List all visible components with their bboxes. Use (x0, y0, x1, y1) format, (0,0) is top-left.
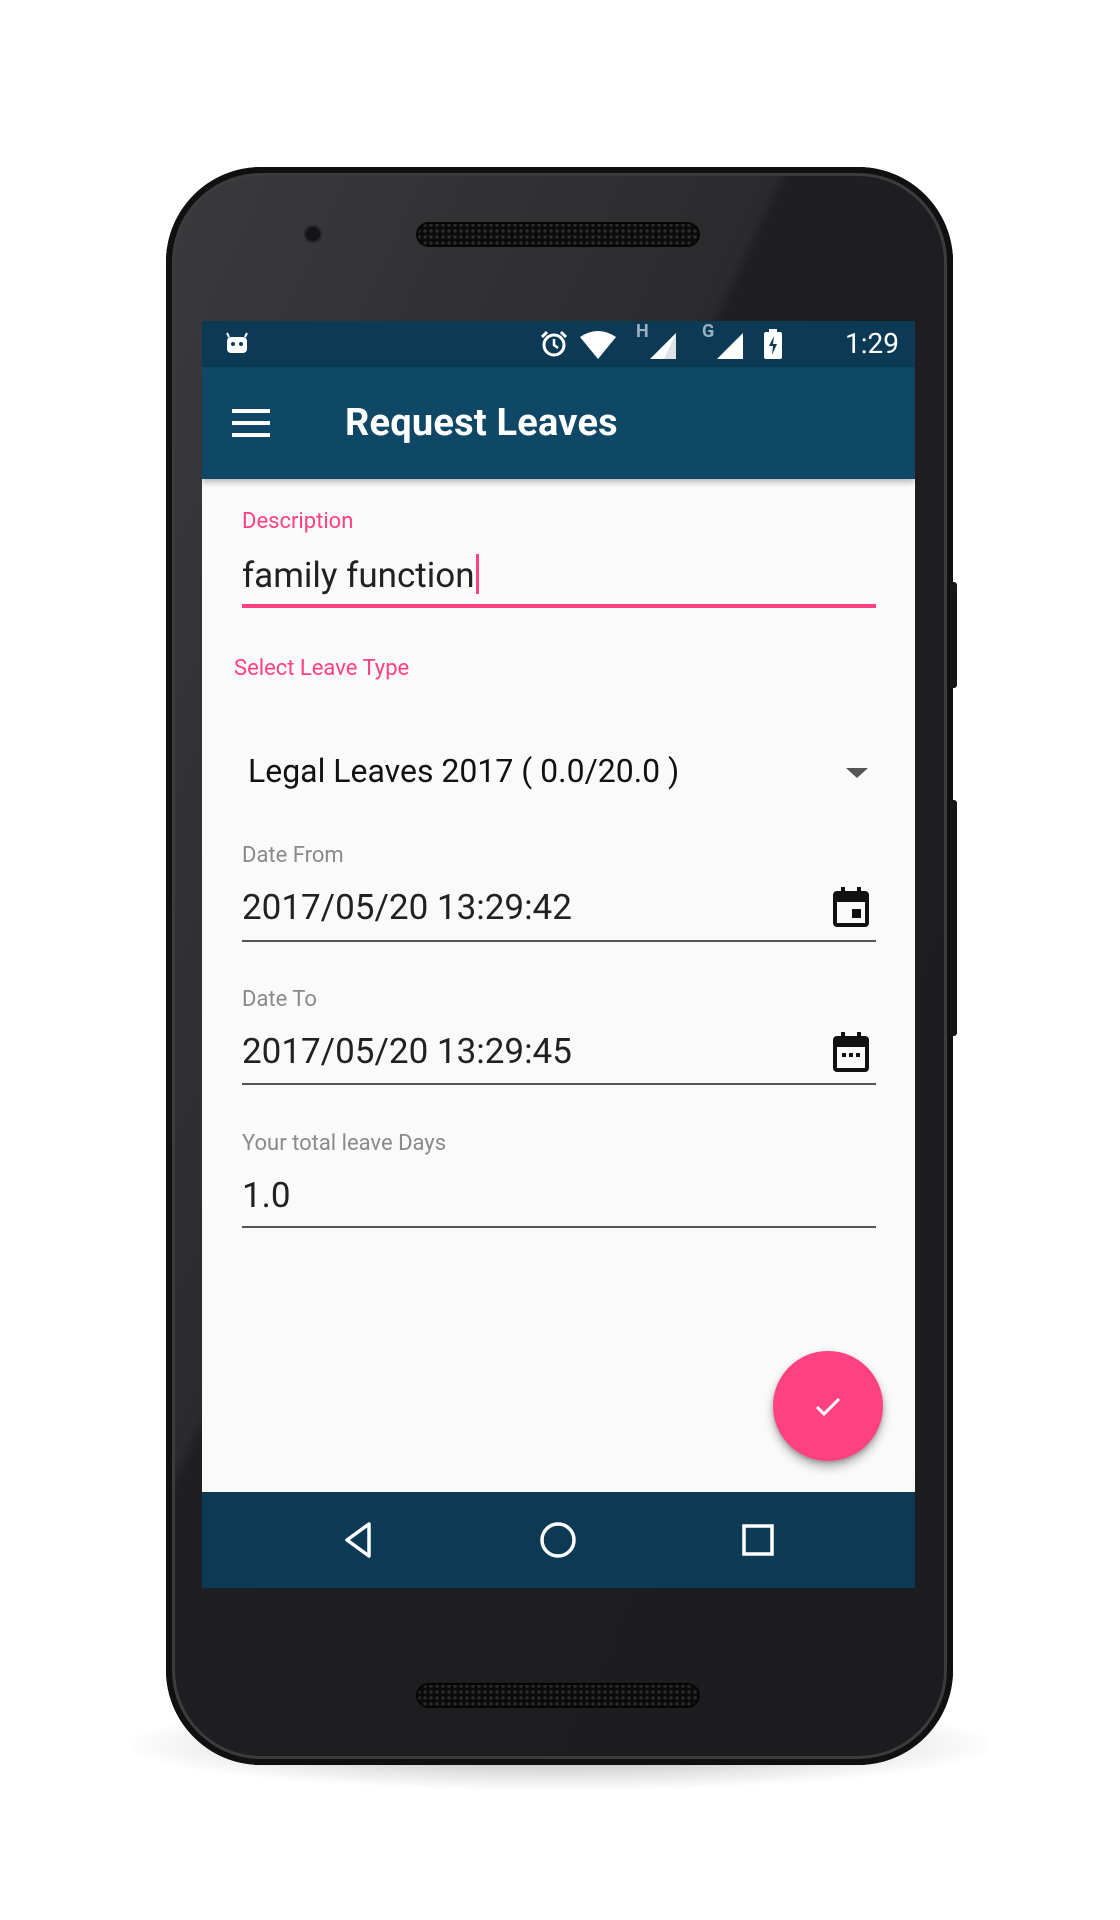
network-type-g: G (702, 321, 715, 342)
app-bar: Request Leaves (202, 367, 915, 479)
date-to-label: Date To (242, 987, 317, 1012)
total-days-value: 1.0 (242, 1175, 291, 1216)
android-debug-icon (226, 332, 248, 353)
recents-icon[interactable] (736, 1518, 780, 1562)
navigation-bar (202, 1492, 915, 1588)
dropdown-arrow-icon (846, 768, 868, 778)
hamburger-menu-icon[interactable] (230, 401, 274, 445)
leave-type-dropdown[interactable]: Legal Leaves 2017 ( 0.0/20.0 ) (248, 731, 888, 811)
signal-g-icon (717, 333, 743, 359)
check-icon (815, 1397, 841, 1417)
front-camera (306, 227, 320, 241)
description-underline (242, 604, 876, 608)
status-bar: H G 1:29 (202, 321, 915, 367)
wifi-icon (580, 331, 616, 359)
date-from-label: Date From (242, 843, 344, 868)
total-days-field[interactable]: 1.0 (242, 1169, 876, 1227)
network-type-h: H (636, 321, 649, 342)
leave-type-value: Legal Leaves 2017 ( 0.0/20.0 ) (248, 752, 680, 790)
date-from-calendar-icon[interactable] (833, 887, 869, 927)
description-label: Description (242, 509, 354, 534)
description-field[interactable]: family function (242, 549, 876, 605)
date-to-field[interactable]: 2017/05/20 13:29:45 (242, 1025, 876, 1083)
date-to-underline (242, 1083, 876, 1085)
page-title: Request Leaves (345, 401, 618, 445)
battery-charging-icon (764, 329, 782, 359)
date-to-value: 2017/05/20 13:29:45 (242, 1031, 572, 1072)
text-cursor (475, 554, 479, 594)
status-time: 1:29 (845, 327, 899, 360)
leave-type-label: Select Leave Type (234, 656, 410, 681)
volume-button (950, 800, 957, 1036)
date-from-field[interactable]: 2017/05/20 13:29:42 (242, 881, 876, 939)
back-icon[interactable] (337, 1518, 381, 1562)
date-from-value: 2017/05/20 13:29:42 (242, 887, 572, 928)
app-screen: H G 1:29 Request Leaves Description fami… (202, 321, 915, 1588)
power-button (950, 582, 957, 688)
submit-fab-button[interactable] (773, 1351, 883, 1461)
top-speaker (416, 222, 700, 247)
signal-h-icon (650, 333, 676, 359)
alarm-icon (540, 330, 568, 357)
bottom-speaker (416, 1683, 700, 1708)
date-to-calendar-icon[interactable] (833, 1032, 869, 1072)
date-from-underline (242, 940, 876, 942)
total-days-underline (242, 1226, 876, 1228)
description-value: family function (242, 554, 479, 596)
total-days-label: Your total leave Days (242, 1131, 447, 1156)
home-icon[interactable] (536, 1518, 580, 1562)
